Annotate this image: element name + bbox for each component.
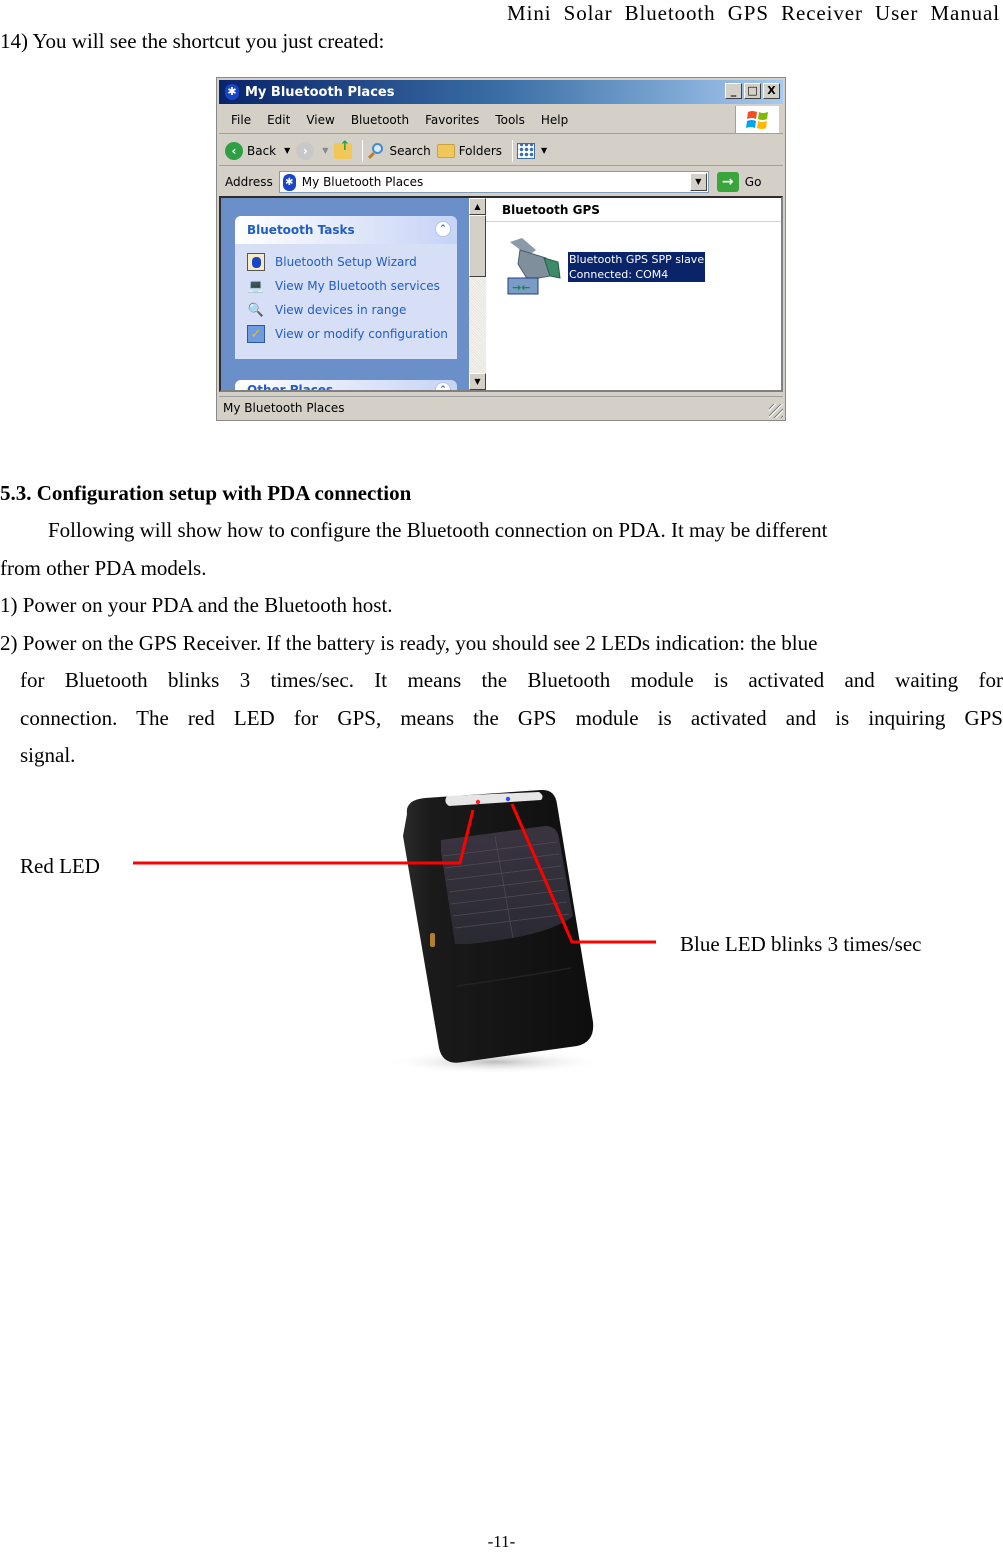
title-bar: ✱ My Bluetooth Places _ □ X xyxy=(219,80,783,104)
task-pane: Bluetooth Tasks ⌃ Bluetooth Setup Wizard… xyxy=(221,198,469,390)
back-dropdown-icon[interactable]: ▼ xyxy=(284,146,290,155)
menu-bluetooth[interactable]: Bluetooth xyxy=(343,113,417,127)
minimize-button[interactable]: _ xyxy=(725,83,742,99)
forward-arrow-icon: › xyxy=(296,141,315,160)
red-led-label: Red LED xyxy=(20,854,100,878)
group-header: Bluetooth GPS xyxy=(486,198,781,222)
toolbar-separator xyxy=(512,139,514,162)
address-input[interactable]: ✱ My Bluetooth Places ▼ xyxy=(278,171,709,193)
bluetooth-icon: ✱ xyxy=(282,173,296,191)
folders-label: Folders xyxy=(458,143,503,158)
go-arrow-icon: → xyxy=(716,172,739,192)
forward-button[interactable]: › ▼ xyxy=(296,141,328,160)
page-number: -11- xyxy=(487,1532,516,1551)
magnifier-icon: 🔍 xyxy=(247,302,265,318)
blue-led-callout-line xyxy=(510,803,656,944)
views-icon xyxy=(517,142,536,159)
other-places-header[interactable]: Other Places ⌃ xyxy=(235,380,457,392)
intro-paragraph-line-2: from other PDA models. xyxy=(0,556,207,580)
device-name: Bluetooth GPS SPP slave xyxy=(569,253,705,266)
bluetooth-gps-shortcut[interactable]: →← Bluetooth GPS SPP slave Connected: CO… xyxy=(506,236,707,296)
menu-tools[interactable]: Tools xyxy=(487,113,533,127)
laptop-icon: 💻 xyxy=(247,278,265,294)
svg-text:→←: →← xyxy=(512,281,530,294)
bluetooth-tasks-panel: Bluetooth Tasks ⌃ Bluetooth Setup Wizard… xyxy=(235,216,457,359)
window-title: My Bluetooth Places xyxy=(245,84,395,100)
page-header: Mini Solar Bluetooth GPS Receiver User M… xyxy=(507,1,1000,25)
menu-view[interactable]: View xyxy=(298,113,342,127)
task-view-devices[interactable]: 🔍 View devices in range xyxy=(235,298,457,322)
task-label: View or modify configuration xyxy=(275,327,448,341)
wizard-icon xyxy=(247,253,265,271)
maximize-button[interactable]: □ xyxy=(744,83,761,99)
step-1: 1) Power on your PDA and the Bluetooth h… xyxy=(0,593,393,617)
file-view: Bluetooth GPS →← Bluetooth GPS SPP slave… xyxy=(486,198,781,390)
content-area: Bluetooth Tasks ⌃ Bluetooth Setup Wizard… xyxy=(219,196,783,392)
go-button[interactable]: → Go xyxy=(716,172,762,192)
up-folder-icon: ↑ xyxy=(334,139,353,159)
bluetooth-tasks-title: Bluetooth Tasks xyxy=(247,223,355,237)
task-label: Bluetooth Setup Wizard xyxy=(275,255,417,269)
scroll-down-button[interactable]: ▼ xyxy=(469,373,486,390)
windows-logo-icon xyxy=(735,106,779,133)
forward-dropdown-icon[interactable]: ▼ xyxy=(322,146,328,155)
task-label: View devices in range xyxy=(275,303,407,317)
scroll-up-button[interactable]: ▲ xyxy=(469,198,486,215)
back-arrow-icon: ‹ xyxy=(225,141,243,160)
collapse-chevron-icon[interactable]: ⌃ xyxy=(435,221,451,237)
menu-edit[interactable]: Edit xyxy=(259,113,298,127)
serial-port-icon: →← xyxy=(506,236,566,296)
search-label: Search xyxy=(389,143,431,158)
menu-file[interactable]: File xyxy=(219,113,259,127)
collapse-chevron-icon[interactable]: ⌃ xyxy=(435,382,451,390)
go-label: Go xyxy=(744,175,762,189)
section-heading: 5.3. Configuration setup with PDA connec… xyxy=(0,481,412,505)
search-icon xyxy=(367,142,385,160)
address-bar: Address ✱ My Bluetooth Places ▼ → Go xyxy=(219,168,783,196)
task-setup-wizard[interactable]: Bluetooth Setup Wizard xyxy=(235,250,457,274)
step-2-line-3: connection. The red LED for GPS, means t… xyxy=(20,706,1003,730)
task-modify-configuration[interactable]: ✓ View or modify configuration xyxy=(235,322,457,346)
close-button[interactable]: X xyxy=(763,83,780,99)
blue-led-label: Blue LED blinks 3 times/sec xyxy=(680,932,922,956)
task-label: View My Bluetooth services xyxy=(275,279,440,293)
views-button[interactable]: ▼ xyxy=(517,142,548,159)
toolbar-separator xyxy=(362,139,364,162)
folders-icon xyxy=(436,143,455,158)
device-status: Connected: COM4 xyxy=(569,268,669,281)
step-2-line-4: signal. xyxy=(20,743,76,767)
back-button[interactable]: ‹ Back ▼ xyxy=(225,141,290,160)
intro-text-1: Following will show how to configure the… xyxy=(48,518,828,542)
step-2-line-1: 2) Power on the GPS Receiver. If the bat… xyxy=(0,631,818,655)
device-label: Bluetooth GPS SPP slave Connected: COM4 xyxy=(566,251,707,283)
scroll-thumb[interactable] xyxy=(469,215,486,277)
status-text: My Bluetooth Places xyxy=(223,401,345,415)
views-dropdown-icon: ▼ xyxy=(541,146,548,155)
vertical-scrollbar[interactable]: ▲ ▼ xyxy=(469,198,486,390)
other-places-title: Other Places xyxy=(247,383,334,392)
task-view-services[interactable]: 💻 View My Bluetooth services xyxy=(235,274,457,298)
resize-grip-icon[interactable] xyxy=(769,404,783,418)
status-bar: My Bluetooth Places xyxy=(219,396,783,418)
back-label: Back xyxy=(247,143,277,158)
step-14-text: 14) You will see the shortcut you just c… xyxy=(0,29,385,53)
step-2-line-2: for Bluetooth blinks 3 times/sec. It mea… xyxy=(20,668,1003,692)
red-led-callout-line xyxy=(133,809,475,865)
toolbar: ‹ Back ▼ › ▼ ↑ Search Folders ▼ xyxy=(219,136,783,166)
up-folder-button[interactable]: ↑ xyxy=(334,139,353,159)
address-dropdown-button[interactable]: ▼ xyxy=(689,173,707,191)
explorer-window: ✱ My Bluetooth Places _ □ X File Edit Vi… xyxy=(216,77,786,421)
configuration-icon: ✓ xyxy=(247,325,265,343)
intro-paragraph-line-1: Following will show how to configure the… xyxy=(0,511,1003,549)
menu-favorites[interactable]: Favorites xyxy=(417,113,487,127)
bluetooth-icon: ✱ xyxy=(225,84,239,100)
address-value: My Bluetooth Places xyxy=(301,175,424,189)
menu-help[interactable]: Help xyxy=(533,113,576,127)
search-button[interactable]: Search xyxy=(367,142,431,160)
folders-button[interactable]: Folders xyxy=(436,143,503,158)
menu-bar: File Edit View Bluetooth Favorites Tools… xyxy=(219,106,783,134)
address-label: Address xyxy=(225,175,273,189)
bluetooth-tasks-header[interactable]: Bluetooth Tasks ⌃ xyxy=(235,216,457,244)
